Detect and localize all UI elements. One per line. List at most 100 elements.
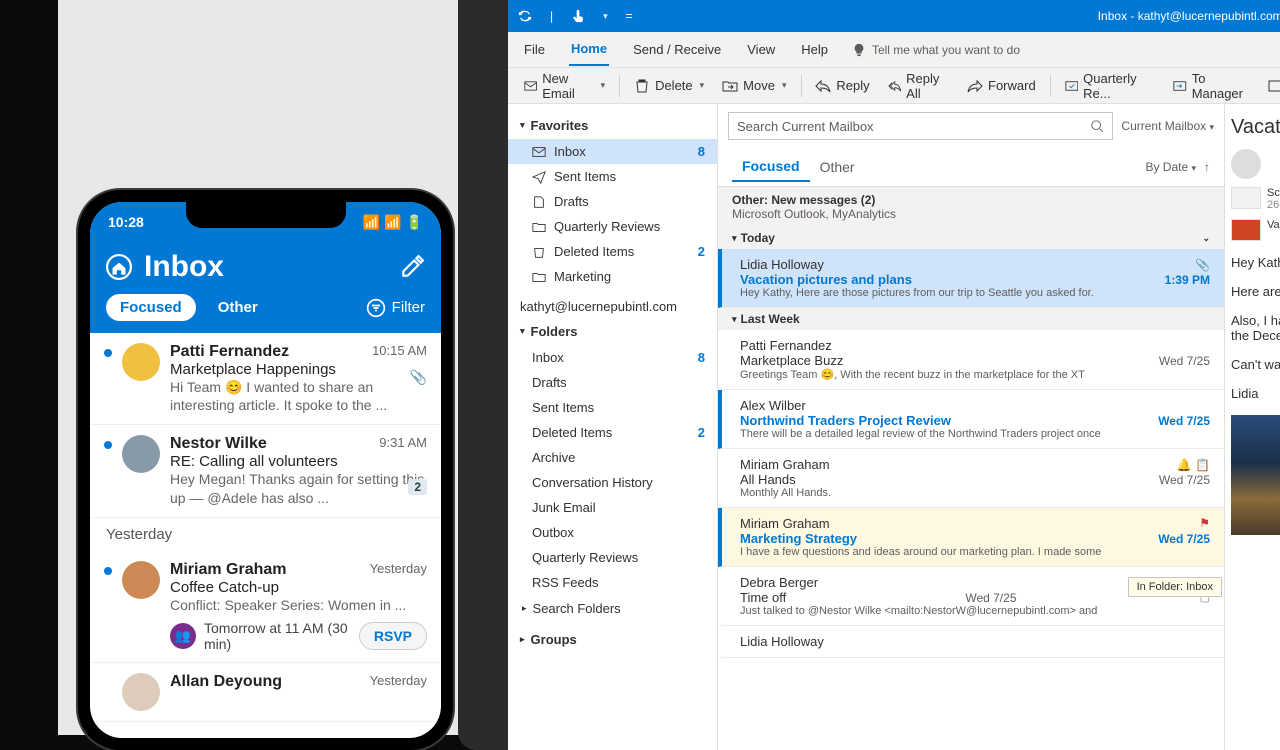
mobile-header: Inbox Focused Other Filter xyxy=(90,242,441,333)
folder-conv-history[interactable]: Conversation History xyxy=(508,470,717,495)
nav-deleted[interactable]: Deleted Items2 xyxy=(508,239,717,264)
notch xyxy=(186,202,346,228)
attachment-chip[interactable] xyxy=(1231,187,1261,209)
message-list: Search Current Mailbox Current Mailbox ▾… xyxy=(718,104,1225,750)
message-item[interactable]: Patti Fernandez Marketplace BuzzWed 7/25… xyxy=(718,330,1224,390)
avatar xyxy=(122,561,160,599)
nav-quarterly[interactable]: Quarterly Reviews xyxy=(508,214,717,239)
sync-icon[interactable] xyxy=(518,9,532,23)
mobile-message-item[interactable]: Patti Fernandez10:15 AM Marketplace Happ… xyxy=(90,333,441,425)
unread-dot xyxy=(104,567,112,575)
clock: 10:28 xyxy=(108,214,144,230)
avatar xyxy=(122,343,160,381)
title-bar: | ▾ = Inbox - kathyt@lucernepubintl.com … xyxy=(508,0,1280,32)
menu-send-receive[interactable]: Send / Receive xyxy=(631,34,723,65)
reply-all-button[interactable]: Reply All xyxy=(882,67,955,105)
folder-archive[interactable]: Archive xyxy=(508,445,717,470)
more-button[interactable] xyxy=(1262,74,1280,98)
sort-direction-icon[interactable]: ↑ xyxy=(1204,160,1210,174)
sort-by-date[interactable]: By Date ▾ xyxy=(1145,160,1196,174)
mobile-message-item[interactable]: Allan DeyoungYesterday xyxy=(90,663,441,722)
quick-step-quarterly[interactable]: Quarterly Re... xyxy=(1059,67,1162,105)
trash-icon xyxy=(634,78,650,94)
attachment-icon: 📎 xyxy=(410,369,427,386)
group-today[interactable]: ▾Today⌄ xyxy=(718,227,1224,249)
folder-deleted[interactable]: Deleted Items2 xyxy=(508,420,717,445)
reply-button[interactable]: Reply xyxy=(809,74,875,98)
account-label[interactable]: kathyt@lucernepubintl.com xyxy=(508,289,717,318)
reply-icon xyxy=(815,78,831,94)
sender-avatar xyxy=(1231,149,1261,179)
home-icon[interactable] xyxy=(106,254,132,280)
nav-inbox[interactable]: Inbox8 xyxy=(508,139,717,164)
folder-quarterly[interactable]: Quarterly Reviews xyxy=(508,545,717,570)
mobile-tab-other[interactable]: Other xyxy=(204,294,272,321)
forward-icon xyxy=(967,78,983,94)
outlook-mobile: 10:28 📶 📶 🔋 Inbox Focused Other Filter xyxy=(90,202,441,738)
page-title: Inbox xyxy=(144,250,387,284)
menu-file[interactable]: File xyxy=(522,34,547,65)
other-inbox-preview[interactable]: Other: New messages (2) Microsoft Outloo… xyxy=(718,187,1224,227)
tab-focused[interactable]: Focused xyxy=(732,152,810,182)
nav-drafts[interactable]: Drafts xyxy=(508,189,717,214)
group-last-week[interactable]: ▾Last Week xyxy=(718,308,1224,330)
mobile-message-item[interactable]: Miriam GrahamYesterday Coffee Catch-up C… xyxy=(90,551,441,663)
message-item[interactable]: Lidia Holloway📎 Vacation pictures and pl… xyxy=(718,249,1224,308)
attachment-icon: 📎 xyxy=(1195,258,1210,272)
filter-button[interactable]: Filter xyxy=(366,298,425,318)
ribbon: New Email▾ Delete▾ Move▾ Reply Reply All… xyxy=(508,68,1280,104)
folder-icon xyxy=(532,220,546,234)
mobile-tab-focused[interactable]: Focused xyxy=(106,294,196,321)
move-button[interactable]: Move▾ xyxy=(716,74,792,98)
folder-rss[interactable]: RSS Feeds xyxy=(508,570,717,595)
avatar xyxy=(122,435,160,473)
mail-icon xyxy=(524,78,537,94)
teams-icon: 👥 xyxy=(170,623,196,649)
forward-button[interactable]: Forward xyxy=(961,74,1042,98)
tab-other[interactable]: Other xyxy=(810,153,865,181)
filter-icon xyxy=(366,298,386,318)
folder-drafts[interactable]: Drafts xyxy=(508,370,717,395)
menu-view[interactable]: View xyxy=(745,34,777,65)
delete-button[interactable]: Delete▾ xyxy=(628,74,710,98)
reply-all-icon xyxy=(888,78,902,94)
message-item[interactable]: ⚑ Miriam Graham Marketing StrategyWed 7/… xyxy=(718,508,1224,567)
menu-home[interactable]: Home xyxy=(569,33,609,66)
count-badge: 2 xyxy=(408,479,427,495)
message-item[interactable]: Lidia Holloway xyxy=(718,626,1224,658)
reading-subject: Vacati xyxy=(1231,116,1280,139)
outlook-desktop: | ▾ = Inbox - kathyt@lucernepubintl.com … xyxy=(508,0,1280,750)
favorites-header[interactable]: ▸Favorites xyxy=(508,112,717,139)
reading-pane: Vacati Sc26 Va Hey Kath Here are Also, I… xyxy=(1225,104,1280,750)
nav-marketing[interactable]: Marketing xyxy=(508,264,717,289)
folder-sent[interactable]: Sent Items xyxy=(508,395,717,420)
menu-help[interactable]: Help xyxy=(799,34,830,65)
touch-icon[interactable] xyxy=(571,9,585,23)
search-input[interactable]: Search Current Mailbox xyxy=(728,112,1113,140)
search-scope[interactable]: Current Mailbox ▾ xyxy=(1121,119,1214,133)
search-folders[interactable]: ▸Search Folders xyxy=(508,595,717,622)
message-item[interactable]: Alex Wilber Northwind Traders Project Re… xyxy=(718,390,1224,449)
folders-header[interactable]: ▸Folders xyxy=(508,318,717,345)
unread-dot xyxy=(104,441,112,449)
mobile-message-list: Patti Fernandez10:15 AM Marketplace Happ… xyxy=(90,333,441,722)
mobile-message-item[interactable]: Nestor Wilke9:31 AM RE: Calling all volu… xyxy=(90,425,441,517)
tell-me-search[interactable]: Tell me what you want to do xyxy=(852,43,1020,57)
folder-inbox[interactable]: Inbox8 xyxy=(508,345,717,370)
message-item[interactable]: Miriam Graham🔔 📋 All HandsWed 7/25 Month… xyxy=(718,449,1224,508)
quick-step-to-manager[interactable]: To Manager xyxy=(1167,67,1256,105)
inbox-icon xyxy=(532,145,546,159)
new-email-button[interactable]: New Email▾ xyxy=(518,67,611,105)
rsvp-button[interactable]: RSVP xyxy=(359,622,427,650)
folder-outbox[interactable]: Outbox xyxy=(508,520,717,545)
groups-header[interactable]: ▸Groups xyxy=(508,622,717,653)
compose-icon[interactable] xyxy=(399,254,425,280)
nav-sent[interactable]: Sent Items xyxy=(508,164,717,189)
avatar xyxy=(122,673,160,711)
message-item[interactable]: ⚐ Debra Berger Time offWed 7/25▢ Just ta… xyxy=(718,567,1224,626)
search-icon xyxy=(1090,119,1104,133)
attachment-chip-ppt[interactable] xyxy=(1231,219,1261,241)
folder-junk[interactable]: Junk Email xyxy=(508,495,717,520)
quick-step-icon xyxy=(1065,78,1079,94)
folder-move-icon xyxy=(722,78,738,94)
